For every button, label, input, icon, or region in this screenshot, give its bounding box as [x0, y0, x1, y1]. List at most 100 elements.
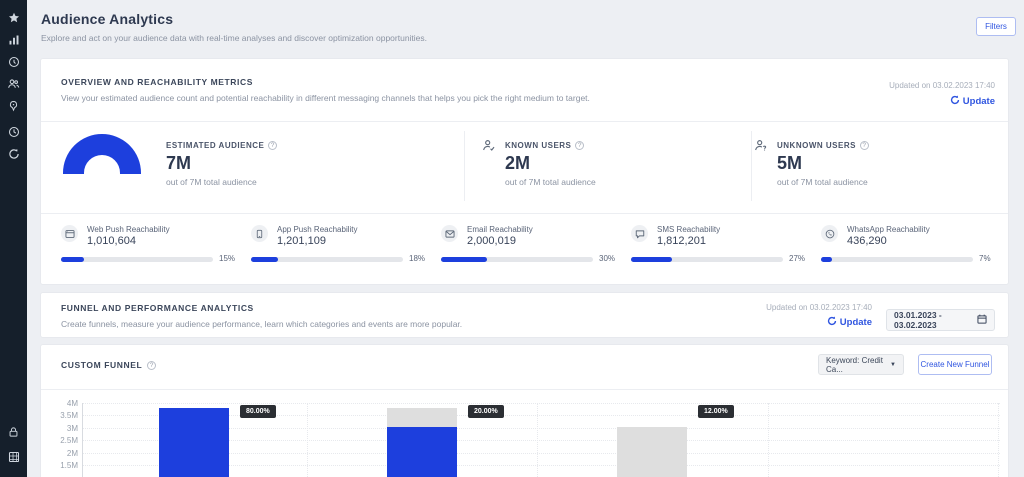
- bar-chart-icon[interactable]: [0, 31, 27, 49]
- reachability-item: Email Reachability2,000,01930%: [441, 223, 621, 273]
- funnel-card-description: Create funnels, measure your audience pe…: [61, 319, 462, 329]
- chart-ytick-label: 1.5M: [40, 461, 78, 470]
- date-range-picker[interactable]: 03.01.2023 - 03.02.2023: [886, 309, 995, 331]
- reachability-percent: 27%: [789, 254, 805, 263]
- refresh-icon: [950, 95, 960, 108]
- refresh-icon: [827, 316, 837, 329]
- funnel-bar-completed[interactable]: [159, 408, 229, 477]
- help-icon[interactable]: ?: [575, 141, 584, 150]
- overview-update-label: Update: [963, 96, 995, 107]
- half-donut-chart: [63, 134, 141, 174]
- overview-updated-text: Updated on 03.02.2023 17:40: [889, 81, 995, 90]
- reachability-item: WhatsApp Reachability436,290 7%: [821, 223, 1001, 273]
- metric-label-text: KNOWN USERS: [505, 141, 571, 150]
- reachability-progress-fill: [441, 257, 487, 262]
- audience-analytics-page: Audience Analytics Explore and act on yo…: [0, 0, 1024, 477]
- metric-subtext: out of 7M total audience: [777, 177, 868, 187]
- metric-subtext: out of 7M total audience: [166, 177, 257, 187]
- metric-label-text: UNKNOWN USERS: [777, 141, 856, 150]
- metric-label: UNKNOWN USERS?: [777, 141, 869, 150]
- metric-label: ESTIMATED AUDIENCE?: [166, 141, 277, 150]
- create-new-funnel-button[interactable]: Create New Funnel: [918, 354, 992, 375]
- reachability-value: 436,290: [847, 235, 887, 247]
- filters-button[interactable]: Filters: [976, 17, 1016, 36]
- reachability-progress-fill: [821, 257, 832, 262]
- chart-ytick-label: 3M: [40, 424, 78, 433]
- reachability-percent: 18%: [409, 254, 425, 263]
- reachability-item: SMS Reachability1,812,20127%: [631, 223, 811, 273]
- metric-value: 2M: [505, 153, 530, 174]
- user-check-icon: [482, 139, 495, 157]
- chart-ytick-label: 2.5M: [40, 436, 78, 445]
- lock-icon[interactable]: [0, 423, 27, 441]
- page-title: Audience Analytics: [41, 11, 173, 27]
- chart-y-axis: [82, 403, 83, 477]
- funnel-card-title: FUNNEL AND PERFORMANCE ANALYTICS: [61, 303, 254, 313]
- funnel-bar-completed[interactable]: [387, 427, 457, 477]
- calendar-icon: [977, 314, 987, 326]
- email-icon: [441, 225, 458, 242]
- funnel-updated-text: Updated on 03.02.2023 17:40: [766, 303, 872, 312]
- history-icon[interactable]: [0, 123, 27, 141]
- user-question-icon: [754, 139, 767, 157]
- reachability-progress-fill: [251, 257, 278, 262]
- keyword-dropdown-value: Keyword: Credit Ca...: [826, 356, 890, 374]
- compass-icon[interactable]: [0, 53, 27, 71]
- funnel-bar-remainder[interactable]: [387, 408, 457, 427]
- divider: [41, 213, 1008, 214]
- divider: [41, 121, 1008, 122]
- sidebar: [0, 0, 27, 477]
- reachability-progress-track: [61, 257, 213, 262]
- users-icon[interactable]: [0, 75, 27, 93]
- grid-icon[interactable]: [0, 448, 27, 466]
- reachability-label: Web Push Reachability: [87, 225, 170, 234]
- help-icon[interactable]: ?: [860, 141, 869, 150]
- divider: [41, 389, 1008, 390]
- reachability-progress-fill: [61, 257, 84, 262]
- keyword-dropdown[interactable]: Keyword: Credit Ca... ▼: [818, 354, 904, 375]
- metric-label-text: ESTIMATED AUDIENCE: [166, 141, 264, 150]
- star-icon[interactable]: [0, 9, 27, 27]
- funnel-analytics-card: FUNNEL AND PERFORMANCE ANALYTICS Create …: [40, 292, 1009, 338]
- reachability-value: 1,812,201: [657, 235, 706, 247]
- chart-ytick-label: 3.5M: [40, 411, 78, 420]
- whatsapp-icon: [821, 225, 838, 242]
- reachability-percent: 15%: [219, 254, 235, 263]
- reachability-item: App Push Reachability1,201,109 18%: [251, 223, 431, 273]
- reachability-value: 1,201,109: [277, 235, 326, 247]
- metric-value: 5M: [777, 153, 802, 174]
- funnel-bar-chart: 4M3.5M3M2.5M2M1.5M80.00%20.00%12.00%: [0, 395, 1024, 477]
- funnel-percent-badge: 12.00%: [698, 405, 734, 418]
- chart-gridline: [998, 403, 999, 477]
- funnel-bar-remainder[interactable]: [617, 427, 687, 477]
- page-subtitle: Explore and act on your audience data wi…: [41, 33, 427, 43]
- chart-gridline: [537, 403, 538, 477]
- reachability-progress-track: [631, 257, 783, 262]
- reachability-value: 2,000,019: [467, 235, 516, 247]
- reachability-label: App Push Reachability: [277, 225, 358, 234]
- overview-card-description: View your estimated audience count and p…: [61, 93, 590, 103]
- metric-value: 7M: [166, 153, 191, 174]
- overview-update-button[interactable]: Update: [950, 95, 995, 108]
- overview-card-title: OVERVIEW AND REACHABILITY METRICS: [61, 77, 253, 87]
- divider: [464, 131, 465, 201]
- chart-ytick-label: 2M: [40, 449, 78, 458]
- reachability-value: 1,010,604: [87, 235, 136, 247]
- chart-gridline: [307, 403, 308, 477]
- help-icon[interactable]: ?: [268, 141, 277, 150]
- reachability-label: WhatsApp Reachability: [847, 225, 930, 234]
- custom-funnel-title-row: CUSTOM FUNNEL ?: [61, 360, 156, 370]
- reachability-percent: 7%: [979, 254, 991, 263]
- funnel-update-label: Update: [840, 317, 872, 328]
- chart-gridline: [82, 403, 1000, 404]
- funnel-update-button[interactable]: Update: [827, 316, 872, 329]
- metric-subtext: out of 7M total audience: [505, 177, 596, 187]
- pin-icon[interactable]: [0, 97, 27, 115]
- browser-icon: [61, 225, 78, 242]
- reachability-item: Web Push Reachability1,010,604 15%: [61, 223, 241, 273]
- reachability-progress-fill: [631, 257, 672, 262]
- sync-icon[interactable]: [0, 145, 27, 163]
- help-icon[interactable]: ?: [147, 361, 156, 370]
- sms-icon: [631, 225, 648, 242]
- funnel-percent-badge: 20.00%: [468, 405, 504, 418]
